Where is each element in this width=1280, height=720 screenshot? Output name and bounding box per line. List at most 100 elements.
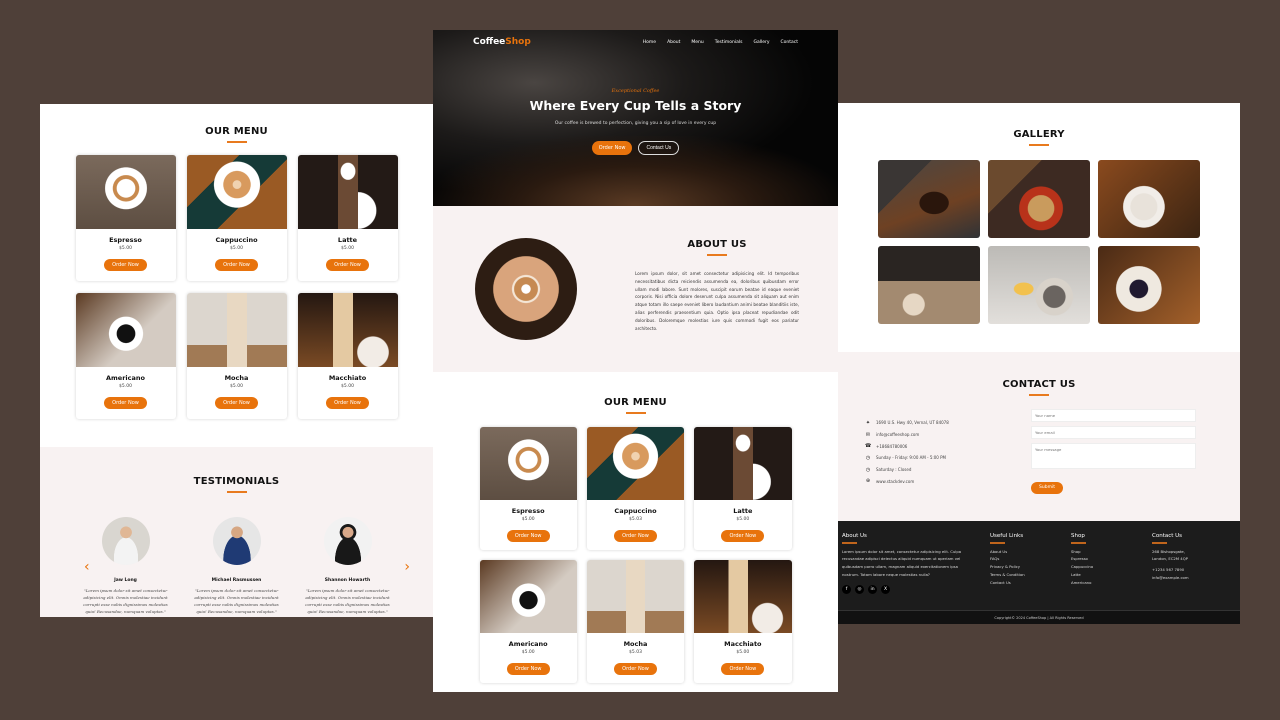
menu-card-latte: Latte $5.00 Order Now bbox=[694, 427, 792, 550]
order-now-button[interactable]: Order Now bbox=[614, 663, 657, 675]
order-now-button[interactable]: Order Now bbox=[215, 397, 258, 409]
nav-gallery[interactable]: Gallery bbox=[753, 40, 769, 45]
logo[interactable]: CoffeeShop bbox=[473, 37, 531, 47]
gallery-image[interactable] bbox=[1098, 246, 1200, 324]
menu-card-cappuccino: Cappuccino $5.03 Order Now bbox=[586, 427, 685, 550]
contact-form: Submit bbox=[1031, 409, 1196, 494]
nav-home[interactable]: Home bbox=[643, 40, 656, 45]
menu-card-cappuccino: Cappuccino $5.00 Order Now bbox=[186, 155, 287, 281]
order-now-button[interactable]: Order Now bbox=[326, 259, 369, 271]
footer-address-line: London, EC2M 4QP bbox=[1152, 556, 1188, 562]
order-now-button[interactable]: Order Now bbox=[506, 663, 550, 675]
menu-card-americano: Americano $5.00 Order Now bbox=[479, 560, 577, 683]
facebook-icon[interactable]: f bbox=[842, 584, 851, 594]
menu-item-name: Americano bbox=[106, 374, 145, 382]
contact-email[interactable]: info@coffeeshop.com bbox=[876, 432, 919, 437]
footer-link[interactable]: Latte bbox=[1071, 571, 1093, 579]
title-underline bbox=[1029, 394, 1049, 396]
gallery-image[interactable] bbox=[1098, 160, 1200, 238]
menu-item-name: Cappuccino bbox=[215, 236, 258, 244]
macchiato-image bbox=[694, 560, 792, 633]
footer-link[interactable]: Privacy & Policy bbox=[990, 563, 1025, 571]
order-now-button[interactable]: Order Now bbox=[591, 141, 633, 155]
footer-useful-links: Useful Links About Us FAQs Privacy & Pol… bbox=[990, 533, 1025, 586]
footer-link[interactable]: Espresso bbox=[1071, 555, 1093, 563]
testimonial-card: Michael Rasmussen "Lorem ipsum dolor sit … bbox=[193, 517, 281, 615]
footer: About Us Lorem ipsum dolor sit amet, con… bbox=[838, 521, 1240, 624]
avatar bbox=[212, 517, 261, 565]
preview-panel-right: GALLERY CONTACT US ✦ 1690 U.S. Hwy 40, Ve… bbox=[838, 103, 1240, 624]
section-title: ABOUT US bbox=[687, 239, 747, 250]
testimonial-name: Michael Rasmussen bbox=[211, 578, 262, 583]
cappuccino-image bbox=[186, 155, 287, 229]
footer-link[interactable]: Americano bbox=[1071, 579, 1093, 587]
nav-contact[interactable]: Contact bbox=[780, 40, 798, 45]
about-image bbox=[475, 238, 577, 340]
contact-us-button[interactable]: Contact Us bbox=[638, 141, 680, 155]
order-now-button[interactable]: Order Now bbox=[326, 397, 369, 409]
logo-text-second: Shop bbox=[505, 37, 531, 47]
order-now-button[interactable]: Order Now bbox=[721, 663, 765, 675]
contact-hours-weekday: Sunday - Friday: 9:00 AM - 5:00 PM bbox=[876, 455, 946, 461]
footer-heading: Shop bbox=[1071, 533, 1085, 539]
nav-testimonials[interactable]: Testimonials bbox=[715, 40, 743, 45]
chevron-left-icon[interactable]: ‹ bbox=[84, 559, 90, 575]
gallery-image[interactable] bbox=[878, 160, 980, 238]
menu-card-espresso: Espresso $5.00 Order Now bbox=[479, 427, 577, 550]
heading-underline bbox=[1071, 542, 1086, 544]
contact-website[interactable]: www.stackdev.com bbox=[876, 479, 914, 484]
message-input[interactable] bbox=[1031, 443, 1196, 469]
footer-link[interactable]: Terms & Condition bbox=[990, 571, 1025, 579]
americano-image bbox=[75, 293, 176, 367]
menu-section: OUR MENU Espresso $5.00 Order Now Cappucci… bbox=[433, 372, 838, 683]
footer-link[interactable]: Contact Us bbox=[990, 579, 1025, 587]
mocha-image bbox=[586, 560, 685, 633]
submit-button[interactable]: Submit bbox=[1031, 481, 1063, 494]
footer-link[interactable]: About Us bbox=[990, 548, 1025, 556]
order-now-button[interactable]: Order Now bbox=[721, 530, 765, 542]
cappuccino-image bbox=[586, 427, 685, 500]
contact-phone[interactable]: +18684780006 bbox=[876, 444, 907, 449]
footer-address-line: 268 Bishopsgate, bbox=[1152, 548, 1185, 554]
linkedin-icon[interactable]: in bbox=[868, 584, 877, 594]
heading-underline bbox=[842, 542, 857, 544]
footer-link[interactable]: FAQs bbox=[990, 555, 1025, 563]
gallery-image[interactable] bbox=[878, 246, 980, 324]
nav-menu[interactable]: Menu bbox=[691, 40, 703, 45]
order-now-button[interactable]: Order Now bbox=[104, 397, 147, 409]
hero-title: Where Every Cup Tells a Story bbox=[529, 98, 742, 113]
contact-address: 1690 U.S. Hwy 40, Vernal, UT 84078 bbox=[876, 420, 949, 426]
footer-heading: Useful Links bbox=[990, 533, 1024, 539]
nav-about[interactable]: About bbox=[667, 40, 680, 45]
menu-item-price: $5.00 bbox=[341, 384, 354, 389]
avatar bbox=[323, 517, 372, 565]
instagram-icon[interactable]: ◎ bbox=[855, 584, 864, 594]
about-section: ABOUT US Lorem ipsum dolor, sit amet con… bbox=[433, 206, 838, 372]
contact-info-item: ✦ 1690 U.S. Hwy 40, Vernal, UT 84078 bbox=[865, 417, 949, 429]
title-underline bbox=[625, 412, 646, 414]
gallery-image[interactable] bbox=[988, 246, 1090, 324]
email-input[interactable] bbox=[1031, 426, 1196, 439]
order-now-button[interactable]: Order Now bbox=[215, 259, 258, 271]
menu-item-price: $5.00 bbox=[736, 650, 750, 655]
menu-item-price: $5.00 bbox=[341, 246, 354, 251]
x-icon[interactable]: X bbox=[881, 584, 890, 594]
menu-item-price: $5.00 bbox=[230, 246, 243, 251]
latte-image bbox=[694, 427, 792, 500]
name-input[interactable] bbox=[1031, 409, 1196, 422]
chevron-right-icon[interactable]: › bbox=[404, 559, 410, 575]
contact-info-item: ✉ info@coffeeshop.com bbox=[865, 429, 949, 441]
footer-link[interactable]: Shop bbox=[1071, 548, 1093, 556]
navbar: CoffeeShop Home About Menu Testimonials … bbox=[433, 30, 838, 54]
footer-heading: Contact Us bbox=[1152, 533, 1183, 539]
order-now-button[interactable]: Order Now bbox=[506, 530, 550, 542]
espresso-image bbox=[75, 155, 176, 229]
menu-card-mocha: Mocha $5.00 Order Now bbox=[186, 293, 287, 419]
title-underline bbox=[1029, 144, 1049, 146]
footer-link[interactable]: Cappuccino bbox=[1071, 563, 1093, 571]
menu-card-mocha: Mocha $5.03 Order Now bbox=[586, 560, 685, 683]
gallery-image[interactable] bbox=[988, 160, 1090, 238]
order-now-button[interactable]: Order Now bbox=[614, 530, 657, 542]
order-now-button[interactable]: Order Now bbox=[104, 259, 147, 271]
menu-item-price: $5.00 bbox=[736, 517, 750, 522]
